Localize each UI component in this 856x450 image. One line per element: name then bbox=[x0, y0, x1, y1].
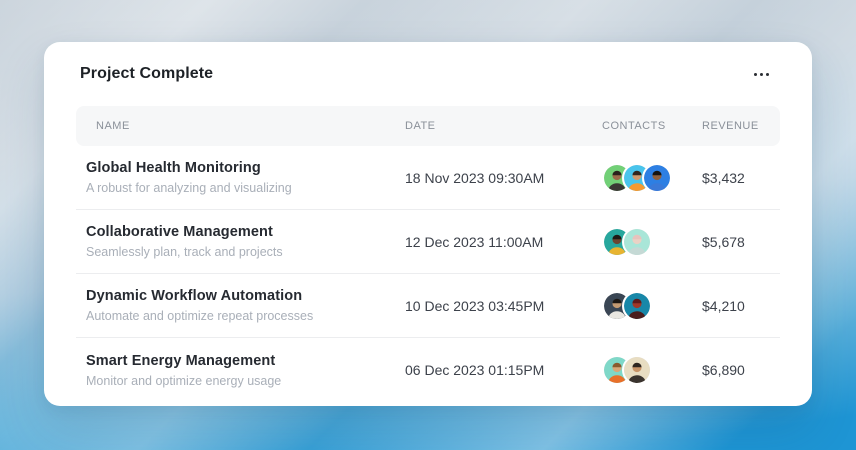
project-revenue: $4,210 bbox=[702, 298, 780, 314]
table-row[interactable]: Collaborative Management Seamlessly plan… bbox=[76, 210, 780, 274]
contacts-group bbox=[602, 355, 702, 385]
project-complete-card: Project Complete NAME DATE CONTACTS REVE… bbox=[44, 42, 812, 406]
column-header-revenue: REVENUE bbox=[702, 120, 780, 132]
project-description: A robust for analyzing and visualizing bbox=[86, 179, 405, 197]
project-name: Dynamic Workflow Automation bbox=[86, 286, 405, 306]
table-body: Global Health Monitoring A robust for an… bbox=[76, 146, 780, 402]
name-cell: Dynamic Workflow Automation Automate and… bbox=[76, 286, 405, 325]
avatar-image bbox=[624, 357, 650, 383]
column-header-name: NAME bbox=[76, 120, 405, 132]
contacts-group bbox=[602, 163, 702, 193]
name-cell: Collaborative Management Seamlessly plan… bbox=[76, 222, 405, 261]
project-name: Collaborative Management bbox=[86, 222, 405, 242]
avatar[interactable] bbox=[642, 163, 672, 193]
project-date: 10 Dec 2023 03:45PM bbox=[405, 298, 602, 314]
ellipsis-icon bbox=[760, 73, 763, 76]
more-options-button[interactable] bbox=[752, 67, 771, 82]
project-date: 12 Dec 2023 11:00AM bbox=[405, 234, 602, 250]
table-row[interactable]: Dynamic Workflow Automation Automate and… bbox=[76, 274, 780, 338]
table-row[interactable]: Global Health Monitoring A robust for an… bbox=[76, 146, 780, 210]
avatar[interactable] bbox=[622, 227, 652, 257]
projects-table: NAME DATE CONTACTS REVENUE Global Health… bbox=[76, 106, 780, 406]
column-header-date: DATE bbox=[405, 120, 602, 132]
ellipsis-icon bbox=[766, 73, 769, 76]
card-header: Project Complete bbox=[44, 42, 812, 106]
column-header-contacts: CONTACTS bbox=[602, 120, 702, 132]
project-description: Seamlessly plan, track and projects bbox=[86, 243, 405, 261]
project-description: Automate and optimize repeat processes bbox=[86, 307, 405, 325]
project-description: Monitor and optimize energy usage bbox=[86, 372, 405, 390]
avatar-image bbox=[624, 293, 650, 319]
project-revenue: $6,890 bbox=[702, 362, 780, 378]
table-row[interactable]: Smart Energy Management Monitor and opti… bbox=[76, 338, 780, 402]
ellipsis-icon bbox=[754, 73, 757, 76]
project-date: 06 Dec 2023 01:15PM bbox=[405, 362, 602, 378]
avatar[interactable] bbox=[622, 355, 652, 385]
avatar-image bbox=[624, 229, 650, 255]
contacts-group bbox=[602, 227, 702, 257]
contacts-group bbox=[602, 291, 702, 321]
avatar[interactable] bbox=[622, 291, 652, 321]
project-name: Global Health Monitoring bbox=[86, 158, 405, 178]
table-header-row: NAME DATE CONTACTS REVENUE bbox=[76, 106, 780, 146]
project-revenue: $3,432 bbox=[702, 170, 780, 186]
project-revenue: $5,678 bbox=[702, 234, 780, 250]
avatar-image bbox=[644, 165, 670, 191]
project-date: 18 Nov 2023 09:30AM bbox=[405, 170, 602, 186]
project-name: Smart Energy Management bbox=[86, 351, 405, 371]
name-cell: Smart Energy Management Monitor and opti… bbox=[76, 351, 405, 390]
name-cell: Global Health Monitoring A robust for an… bbox=[76, 158, 405, 197]
page-title: Project Complete bbox=[80, 65, 213, 83]
